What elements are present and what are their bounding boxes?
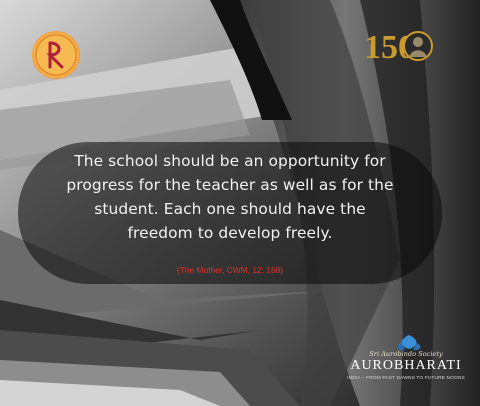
quote-text: The school should be an opportunity for …: [28, 149, 432, 245]
quote-line-2: progress for the teacher as well as for …: [66, 176, 394, 194]
anniversary-150-logo: 150: [364, 29, 433, 66]
quote-line-3: student. Each one should have the: [94, 200, 366, 218]
quote-poster: 150 The school should be an opportunity …: [0, 0, 480, 406]
quote-line-1: The school should be an opportunity for: [74, 152, 386, 170]
brand-name: AUROBHARATI: [350, 358, 462, 373]
brand-subline: INDIA – FROM PAST DAWNS TO FUTURE NOONS: [347, 376, 465, 381]
quote-line-4: freedom to develop freely.: [127, 224, 333, 242]
brand-tagline: Sri Aurobindo Society: [369, 350, 443, 358]
circular-orange-emblem-icon: [32, 31, 80, 79]
quote-source: (The Mother, CWM, 12; 168): [176, 265, 284, 275]
